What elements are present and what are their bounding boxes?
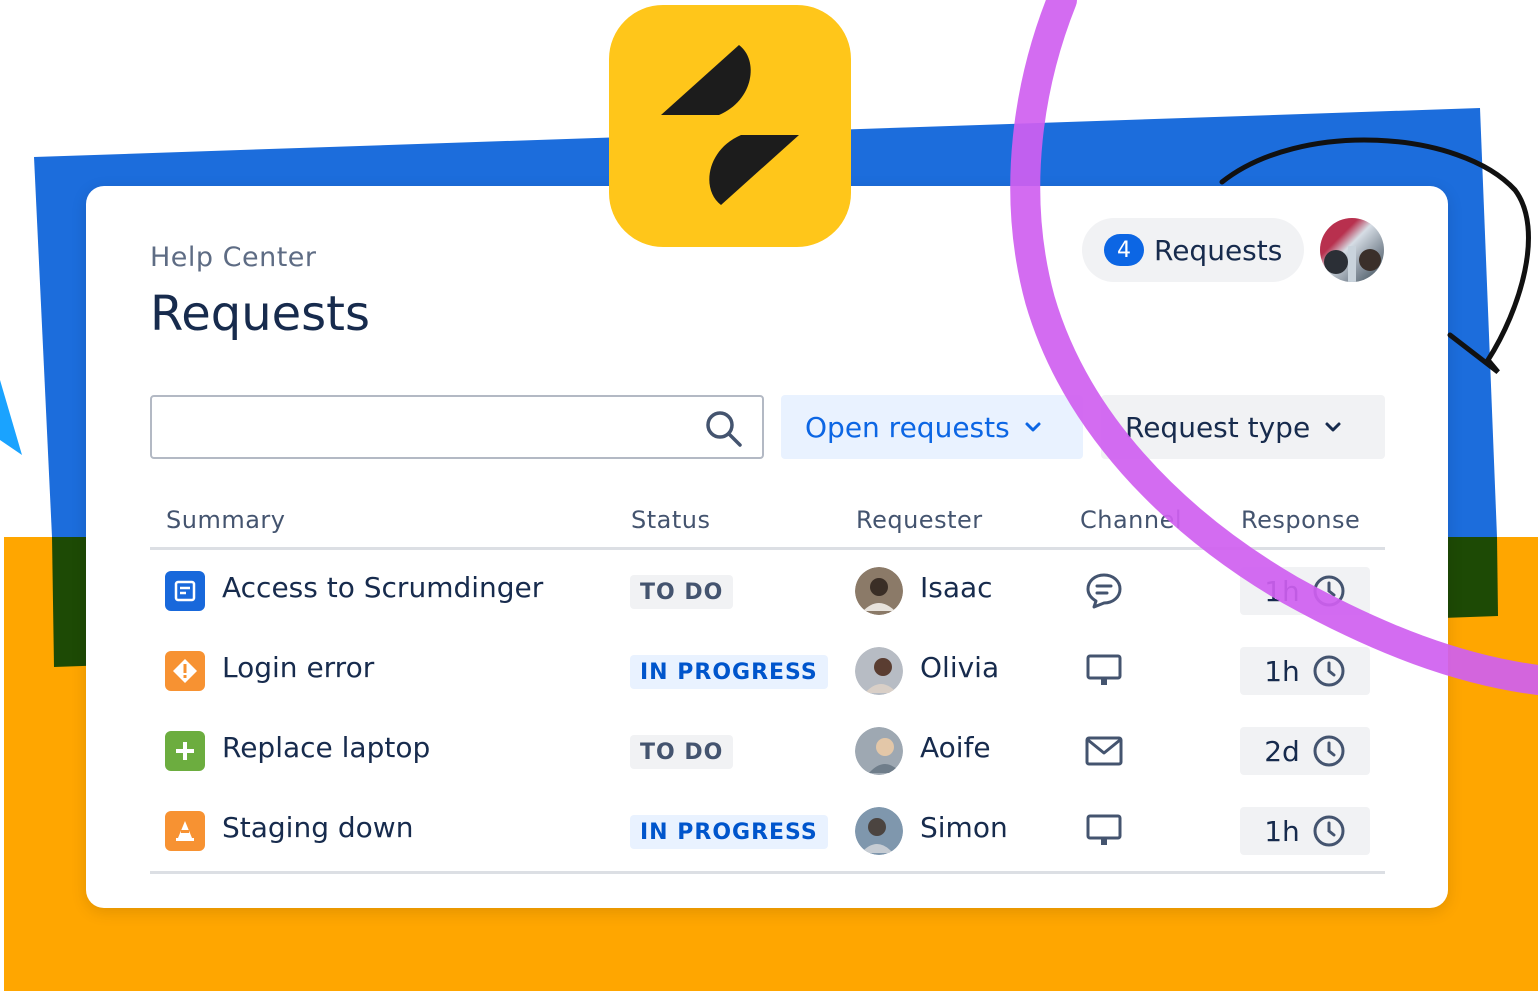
requests-card: Help Center Requests 4 Requests Open req…	[86, 186, 1448, 908]
column-header-status[interactable]: Status	[631, 506, 710, 534]
requester-avatar	[855, 567, 903, 615]
request-summary[interactable]: Staging down	[222, 811, 413, 844]
requester-avatar	[855, 807, 903, 855]
chevron-down-icon	[1325, 422, 1341, 432]
requester-name: Isaac	[920, 571, 993, 604]
clock-icon	[1313, 735, 1345, 767]
blue-scribble	[0, 380, 22, 455]
status-badge: TO DO	[630, 735, 734, 769]
requester-avatar	[855, 647, 903, 695]
response-time-badge: 1h	[1240, 807, 1370, 855]
table-header-divider	[150, 547, 1385, 550]
clock-icon	[1313, 655, 1345, 687]
requester-name: Simon	[920, 811, 1008, 844]
requests-count-button[interactable]: 4 Requests	[1082, 218, 1304, 282]
request-type-label: Request type	[1125, 410, 1311, 444]
request-summary[interactable]: Access to Scrumdinger	[222, 571, 543, 604]
monitor-icon	[1086, 654, 1122, 685]
page-title: Requests	[150, 286, 370, 342]
search-field[interactable]	[150, 395, 764, 459]
table-row[interactable]: Replace laptop TO DO Aoife 2d	[150, 711, 1385, 791]
response-time: 1h	[1264, 574, 1300, 608]
requester-name: Aoife	[920, 731, 991, 764]
breadcrumb[interactable]: Help Center	[150, 242, 317, 273]
column-header-requester[interactable]: Requester	[856, 506, 983, 534]
clock-icon	[1313, 815, 1345, 847]
search-icon[interactable]	[704, 409, 744, 449]
status-badge: IN PROGRESS	[630, 655, 828, 689]
request-type-dropdown[interactable]: Request type	[1101, 395, 1385, 459]
user-avatar[interactable]	[1320, 218, 1384, 282]
incident-icon	[165, 651, 205, 691]
response-time-badge: 1h	[1240, 647, 1370, 695]
table-footer-divider	[150, 871, 1385, 874]
request-summary[interactable]: Login error	[222, 651, 374, 684]
response-time: 1h	[1264, 814, 1300, 848]
problem-icon	[165, 811, 205, 851]
requests-count-badge: 4	[1104, 234, 1144, 266]
column-header-response[interactable]: Response	[1241, 506, 1360, 534]
status-badge: TO DO	[630, 575, 734, 609]
response-time: 2d	[1264, 734, 1300, 768]
chevron-down-icon	[1025, 422, 1041, 432]
chat-icon	[1086, 573, 1122, 609]
open-requests-label: Open requests	[805, 410, 1010, 444]
monitor-icon	[1086, 814, 1122, 845]
column-header-summary[interactable]: Summary	[166, 506, 285, 534]
service-request-icon	[165, 571, 205, 611]
new-feature-icon	[165, 731, 205, 771]
table-row[interactable]: Staging down IN PROGRESS Simon 1h	[150, 791, 1385, 871]
response-time-badge: 1h	[1240, 567, 1370, 615]
table-row[interactable]: Access to Scrumdinger TO DO Isaac 1h	[150, 551, 1385, 631]
response-time-badge: 2d	[1240, 727, 1370, 775]
email-icon	[1085, 736, 1123, 766]
requester-avatar	[855, 727, 903, 775]
clock-icon	[1313, 575, 1345, 607]
jira-service-management-logo-icon	[609, 5, 851, 247]
response-time: 1h	[1264, 654, 1300, 688]
search-input[interactable]	[164, 407, 698, 449]
requests-label: Requests	[1154, 233, 1283, 267]
request-summary[interactable]: Replace laptop	[222, 731, 430, 764]
column-header-channel[interactable]: Channel	[1080, 506, 1182, 534]
table-row[interactable]: Login error IN PROGRESS Olivia 1h	[150, 631, 1385, 711]
open-requests-dropdown[interactable]: Open requests	[781, 395, 1083, 459]
status-badge: IN PROGRESS	[630, 815, 828, 849]
requester-name: Olivia	[920, 651, 1000, 684]
